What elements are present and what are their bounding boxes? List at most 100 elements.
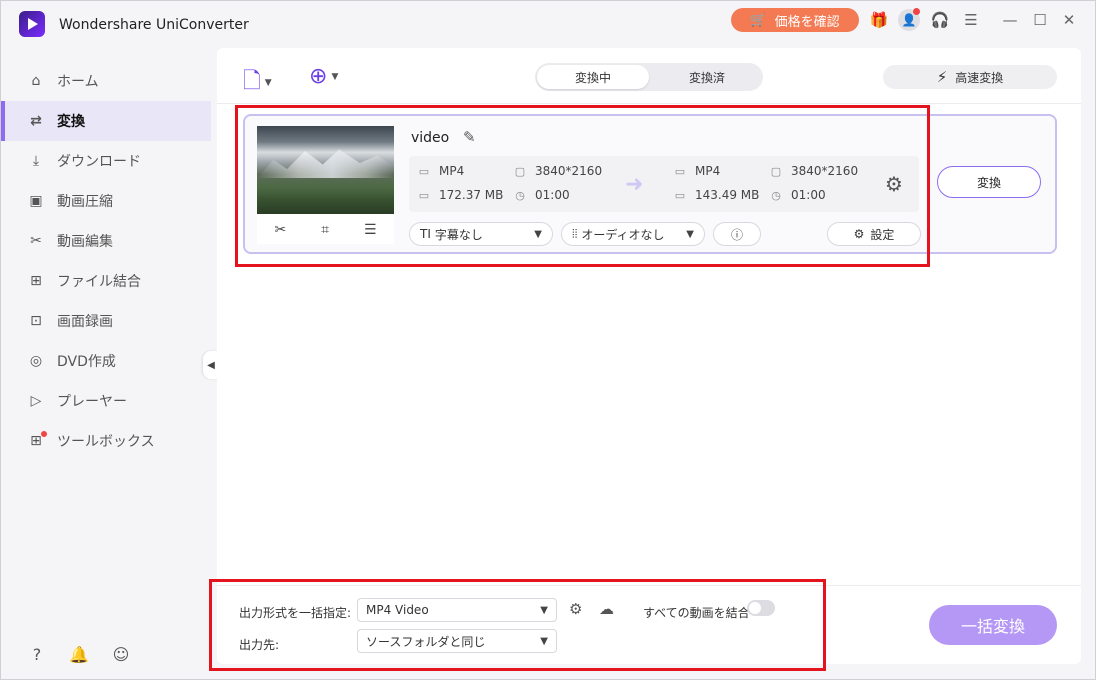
output-dest-label: 出力先: xyxy=(239,638,280,652)
tab-converted[interactable]: 変換済 xyxy=(651,63,763,91)
chevron-down-icon: ▼ xyxy=(264,78,272,88)
convert-button[interactable]: 変換 xyxy=(937,166,1041,198)
minimize-icon[interactable]: — xyxy=(999,9,1021,31)
scissors-icon: ✂ xyxy=(30,233,42,249)
check-price-button[interactable]: 🛒 価格を確認 xyxy=(731,8,859,32)
player-icon: ▷ xyxy=(30,393,42,409)
sidebar-item-label: ホーム xyxy=(57,74,99,90)
sidebar-item-toolbox[interactable]: ⊞ ツールボックス xyxy=(1,421,211,461)
audio-dropdown[interactable]: ⦙⦙ オーディオなし ▼ xyxy=(561,222,705,246)
sidebar-item-download[interactable]: ⤓ ダウンロード xyxy=(1,141,211,181)
sidebar-item-label: DVD作成 xyxy=(57,354,116,370)
source-resolution: ▢ 3840*2160 xyxy=(514,164,603,178)
chevron-down-icon: ▼ xyxy=(686,228,694,240)
sidebar-item-convert[interactable]: ⇄ 変換 xyxy=(1,101,211,141)
sidebar-item-label: 動画編集 xyxy=(57,234,113,250)
sidebar-item-player[interactable]: ▷ プレーヤー xyxy=(1,381,211,421)
feedback-icon[interactable]: ☺ xyxy=(111,644,131,664)
sidebar-item-edit[interactable]: ✂ 動画編集 xyxy=(1,221,211,261)
download-icon: ⤓ xyxy=(32,153,40,169)
tab-converting[interactable]: 変換中 xyxy=(537,65,649,89)
bottom-bar: 出力形式を一括指定: MP4 Video ▼ ⚙ ☁ すべての動画を結合 出力先… xyxy=(217,585,1081,664)
lightning-icon: ⚡ xyxy=(936,68,948,86)
status-tabs: 変換中 変換済 xyxy=(535,63,763,91)
toolbox-badge-dot xyxy=(41,431,47,437)
source-format: ▭ MP4 xyxy=(418,164,465,178)
fast-convert-label: 高速変換 xyxy=(955,70,1004,85)
audio-wave-icon: ⦙⦙ xyxy=(572,226,578,241)
effects-icon[interactable]: ☰ xyxy=(364,222,377,238)
merge-all-label: すべての動画を結合 xyxy=(643,606,750,620)
edit-name-icon[interactable]: ✎ xyxy=(463,128,476,146)
sidebar: ⌂ ホーム ⇄ 変換 ⤓ ダウンロード ▣ 動画圧縮 ✂ 動画編集 ⊞ ファイル… xyxy=(1,61,211,680)
headset-icon[interactable]: 🎧 xyxy=(929,9,951,31)
video-format-icon: ▭ xyxy=(674,164,686,178)
gear-icon: ⚙ xyxy=(853,227,865,241)
app-title: Wondershare UniConverter xyxy=(59,17,249,33)
chevron-down-icon: ▼ xyxy=(534,228,542,240)
convert-icon: ⇄ xyxy=(30,113,42,129)
output-format-select[interactable]: MP4 Video ▼ xyxy=(357,598,557,622)
dvd-icon: ◎ xyxy=(29,353,43,369)
add-file-button[interactable]: 🗋 ▼ xyxy=(243,64,272,102)
fast-convert-button[interactable]: ⚡ 高速変換 xyxy=(883,65,1057,89)
app-logo-icon xyxy=(19,11,45,37)
batch-convert-button[interactable]: 一括変換 xyxy=(929,605,1057,645)
subtitle-icon: TI xyxy=(420,227,431,241)
clock-icon: ◷ xyxy=(771,188,781,202)
thumbnail-panel: ✂ ⌗ ☰ xyxy=(257,126,394,244)
cloud-icon[interactable]: ☁ xyxy=(599,600,614,618)
clock-icon: ◷ xyxy=(515,188,525,202)
bell-icon[interactable]: 🔔 xyxy=(69,644,89,664)
cart-icon: 🛒 xyxy=(750,12,767,28)
folder-icon: ▭ xyxy=(674,188,686,202)
output-dest-select[interactable]: ソースフォルダと同じ ▼ xyxy=(357,629,557,653)
menu-icon[interactable]: ☰ xyxy=(960,9,982,31)
compress-icon: ▣ xyxy=(29,193,43,209)
crop-icon[interactable]: ⌗ xyxy=(321,222,329,238)
target-size: ▭ 143.49 MB xyxy=(674,188,760,202)
add-media-button[interactable]: ⊕ ▼ xyxy=(309,64,338,89)
notification-dot xyxy=(913,8,920,15)
home-icon: ⌂ xyxy=(31,73,41,89)
sidebar-item-label: ダウンロード xyxy=(57,154,141,170)
sidebar-item-label: 動画圧縮 xyxy=(57,194,113,210)
folder-icon: ▭ xyxy=(418,188,430,202)
sidebar-item-label: 画面録画 xyxy=(57,314,113,330)
maximize-icon[interactable]: ☐ xyxy=(1029,9,1051,31)
app-window: Wondershare UniConverter 🛒 価格を確認 🎁 👤 🎧 ☰… xyxy=(0,0,1096,680)
target-resolution: ▢ 3840*2160 xyxy=(770,164,859,178)
sidebar-item-label: ファイル結合 xyxy=(57,274,141,290)
subtitle-dropdown[interactable]: TI 字幕なし ▼ xyxy=(409,222,553,246)
thumbnail-tools: ✂ ⌗ ☰ xyxy=(257,218,394,242)
help-icon[interactable]: ? xyxy=(27,644,47,664)
output-settings-icon[interactable]: ⚙ xyxy=(885,172,903,196)
sidebar-item-merge[interactable]: ⊞ ファイル結合 xyxy=(1,261,211,301)
target-duration: ◷ 01:00 xyxy=(769,188,825,202)
sidebar-item-dvd[interactable]: ◎ DVD作成 xyxy=(1,341,211,381)
add-media-icon: ⊕ xyxy=(309,64,328,89)
info-icon: ⓘ xyxy=(730,227,743,242)
info-button[interactable]: ⓘ xyxy=(713,222,761,246)
sidebar-item-label: プレーヤー xyxy=(57,394,127,410)
file-card: ✂ ⌗ ☰ video ✎ ▭ MP4 ▢ 3840*2160 ▭ 172.37… xyxy=(243,114,1057,254)
sidebar-item-compress[interactable]: ▣ 動画圧縮 xyxy=(1,181,211,221)
sidebar-item-home[interactable]: ⌂ ホーム xyxy=(1,61,211,101)
file-name: video xyxy=(411,130,450,146)
chevron-down-icon: ▼ xyxy=(540,604,548,616)
file-meta: ▭ MP4 ▢ 3840*2160 ▭ 172.37 MB ◷ 01:00 ▭ xyxy=(409,156,919,212)
sidebar-item-label: ツールボックス xyxy=(57,434,155,450)
video-format-icon: ▭ xyxy=(418,164,430,178)
merge-all-toggle[interactable] xyxy=(747,600,775,616)
check-price-label: 価格を確認 xyxy=(774,14,840,30)
close-icon[interactable]: ✕ xyxy=(1058,9,1080,31)
format-settings-icon[interactable]: ⚙ xyxy=(569,600,582,618)
video-thumbnail[interactable] xyxy=(257,126,394,214)
gift-icon[interactable]: 🎁 xyxy=(868,9,890,31)
chevron-down-icon: ▼ xyxy=(540,635,548,647)
source-duration: ◷ 01:00 xyxy=(513,188,569,202)
settings-button[interactable]: ⚙ 設定 xyxy=(827,222,921,246)
trim-icon[interactable]: ✂ xyxy=(274,222,286,238)
arrow-right-icon: ➜ xyxy=(625,172,644,197)
sidebar-item-screen-record[interactable]: ⊡ 画面録画 xyxy=(1,301,211,341)
